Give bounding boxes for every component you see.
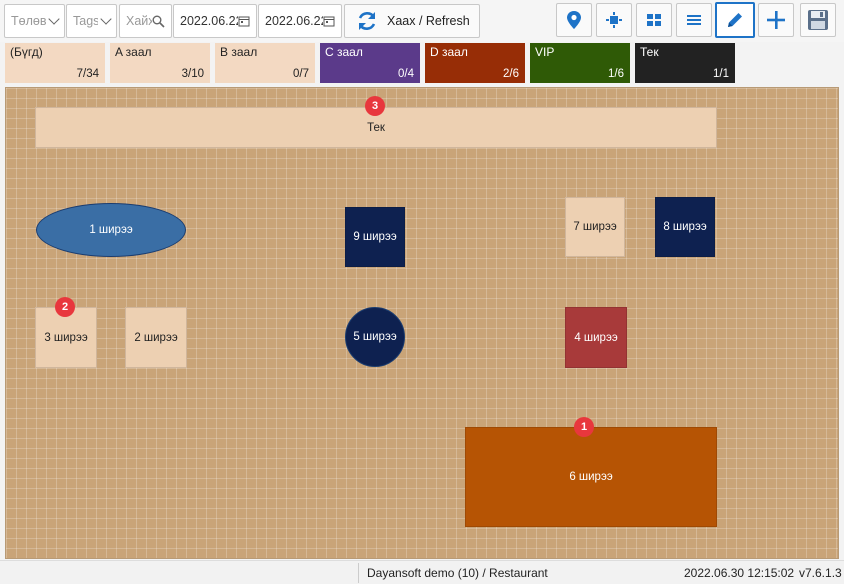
table-label: 2 ширээ [134, 331, 178, 344]
tags-filter-label: Tags [73, 14, 98, 28]
table-label: 7 ширээ [573, 221, 617, 233]
grid-icon [647, 14, 661, 26]
zone-count: 2/6 [503, 68, 519, 80]
zone-count: 3/10 [181, 68, 204, 80]
app-version: v7.6.1.3 [799, 566, 842, 580]
refresh-label: Хаах / Refresh [387, 14, 470, 28]
pos-window: Төлөв Tags Хайх 2022.06.22 2022.06.22 Ха… [0, 0, 844, 584]
zone-tab[interactable]: (Бүгд) 7/34 [5, 43, 105, 83]
zone-name: Тек [640, 45, 659, 59]
zone-name: B заал [220, 45, 258, 59]
edit-mode-button[interactable] [715, 2, 755, 38]
zone-count: 7/34 [76, 68, 99, 80]
zone-count: 1/1 [713, 68, 729, 80]
chevron-down-icon [48, 13, 60, 25]
center-button[interactable] [596, 3, 632, 37]
edit-icon [728, 13, 742, 27]
tags-filter-select[interactable]: Tags [66, 4, 117, 38]
center-icon [606, 12, 622, 28]
zone-name: D заал [430, 45, 468, 59]
order-count-badge: 2 [55, 297, 75, 317]
calendar-icon [323, 16, 335, 27]
zone-tab[interactable]: D заал 2/6 [425, 43, 525, 83]
zone-tab[interactable]: C заал 0/4 [320, 43, 420, 83]
search-placeholder: Хайх [126, 14, 152, 28]
zone-tab[interactable]: Тек 1/1 [635, 43, 735, 83]
toolbar: Төлөв Tags Хайх 2022.06.22 2022.06.22 Ха… [0, 0, 844, 42]
grid-view-button[interactable] [636, 3, 672, 37]
status-divider [358, 563, 359, 583]
map-pin-button[interactable] [556, 3, 592, 37]
floor-plan: Тек 3 1 ширээ 9 ширээ 7 ширээ 8 ширээ 3 ширээ 2… [5, 87, 839, 559]
table-label: 8 ширээ [663, 221, 707, 233]
search-input[interactable]: Хайх [119, 4, 172, 38]
zone-count: 0/4 [398, 68, 414, 80]
table-label: 3 ширээ [44, 331, 88, 344]
map-pin-icon [567, 11, 581, 29]
table-label: 4 ширээ [574, 331, 618, 344]
date-from-value: 2022.06.22 [180, 14, 238, 28]
list-icon [687, 15, 701, 25]
table-label: 9 ширээ [353, 231, 397, 243]
table-label: Тек [367, 121, 385, 134]
zone-tab[interactable]: B заал 0/7 [215, 43, 315, 83]
table-item[interactable]: 2 ширээ [125, 307, 187, 368]
zone-tab[interactable]: A заал 3/10 [110, 43, 210, 83]
table-item[interactable]: 7 ширээ [565, 197, 625, 257]
table-label: 5 ширээ [353, 331, 397, 343]
order-count-badge: 1 [574, 417, 594, 437]
save-icon [808, 10, 828, 30]
zone-tab[interactable]: VIP 1/6 [530, 43, 630, 83]
date-to-value: 2022.06.22 [265, 14, 323, 28]
search-icon [152, 15, 165, 28]
status-filter-label: Төлөв [11, 14, 46, 28]
refresh-button[interactable]: Хаах / Refresh [344, 4, 480, 38]
zone-count: 0/7 [293, 68, 309, 80]
date-to-field[interactable]: 2022.06.22 [258, 4, 342, 38]
list-view-button[interactable] [676, 3, 712, 37]
zone-name: (Бүгд) [10, 45, 43, 59]
table-label: 6 ширээ [569, 471, 613, 483]
zone-name: C заал [325, 45, 363, 59]
table-item[interactable]: 4 ширээ [565, 307, 627, 368]
save-button[interactable] [800, 3, 836, 37]
add-button[interactable] [758, 3, 794, 37]
table-item[interactable]: 5 ширээ [345, 307, 405, 367]
table-item[interactable]: 9 ширээ [345, 207, 405, 267]
table-item[interactable]: 8 ширээ [655, 197, 715, 257]
zone-count: 1/6 [608, 68, 624, 80]
table-item[interactable]: 1 ширээ [36, 203, 186, 257]
order-count-badge: 3 [365, 96, 385, 116]
refresh-icon [358, 12, 376, 30]
status-bar: Dayansoft demo (10) / Restaurant 2022.06… [0, 560, 844, 584]
zone-name: A заал [115, 45, 152, 59]
table-item[interactable]: 6 ширээ [465, 427, 717, 527]
add-icon [767, 11, 785, 29]
company-info: Dayansoft demo (10) / Restaurant [367, 566, 548, 580]
status-filter-select[interactable]: Төлөв [4, 4, 65, 38]
status-datetime: 2022.06.30 12:15:02 [684, 566, 795, 580]
calendar-icon [238, 16, 250, 27]
table-label: 1 ширээ [89, 224, 133, 236]
date-from-field[interactable]: 2022.06.22 [173, 4, 257, 38]
zone-name: VIP [535, 45, 555, 59]
chevron-down-icon [100, 13, 112, 25]
